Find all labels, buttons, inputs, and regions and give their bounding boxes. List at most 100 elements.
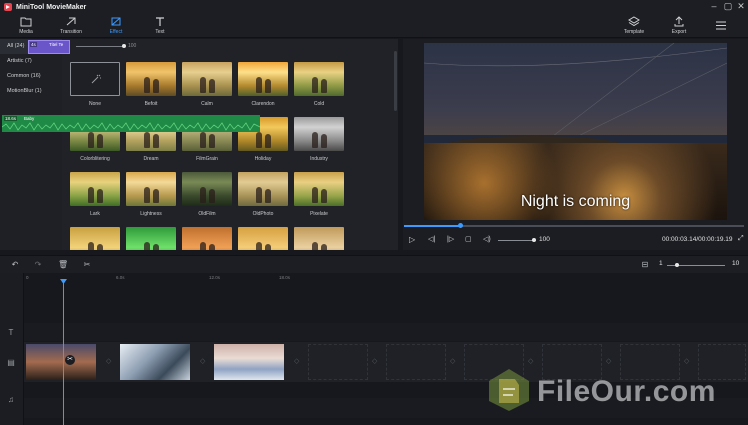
effect-thumbnail [238, 227, 288, 250]
empty-media-slot[interactable] [308, 344, 368, 380]
tab-text[interactable]: Text [140, 16, 180, 35]
effect-item[interactable] [70, 227, 120, 250]
video-clip[interactable] [26, 344, 96, 380]
export-button[interactable]: Export [659, 16, 699, 35]
effect-item[interactable]: Lightness [126, 172, 176, 217]
undo-icon[interactable]: ↶ [10, 260, 20, 270]
effect-thumbnail [126, 227, 176, 250]
menu-icon[interactable] [716, 21, 726, 30]
effect-item[interactable] [238, 227, 288, 250]
effect-name: Colorblitering [80, 156, 110, 162]
app-logo-icon [4, 3, 12, 11]
transition-slot-icon[interactable]: ◇ [450, 357, 458, 365]
effect-item[interactable]: Calm [182, 62, 232, 107]
intensity-knob[interactable] [122, 44, 126, 48]
figure-shape [256, 187, 262, 203]
ruler-label: 12.0s [209, 275, 221, 280]
play-icon[interactable]: ▷ [409, 235, 415, 244]
effects-scrollbar[interactable] [394, 51, 397, 111]
intensity-track[interactable] [76, 46, 124, 47]
transition-slot-icon[interactable]: ◇ [106, 357, 114, 365]
effect-thumbnail [70, 62, 120, 96]
delete-icon[interactable]: 🗑 [58, 260, 68, 270]
video-clip[interactable] [120, 344, 190, 380]
zoom-min-label: 1 [659, 260, 663, 267]
split-marker-icon[interactable]: ✂ [65, 355, 75, 365]
tab-effect[interactable]: Effect [96, 16, 136, 40]
template-button[interactable]: Template [614, 16, 654, 35]
timeline-ruler[interactable]: 0 6.0s 12.0s 18.0s [24, 273, 748, 285]
figure-shape [153, 134, 159, 148]
playhead[interactable] [63, 281, 64, 425]
figure-shape [97, 134, 103, 148]
playback-progress-bar[interactable] [404, 223, 744, 228]
close-icon[interactable]: ✕ [735, 1, 747, 12]
text-clip-name: Titel Te [49, 42, 64, 47]
tab-media-label: Media [19, 29, 33, 35]
effect-name: Befoit [144, 101, 158, 107]
effect-item[interactable]: Befoit [126, 62, 176, 107]
volume-icon[interactable]: ◁) [483, 235, 491, 243]
category-common[interactable]: Common (16) [0, 69, 62, 84]
transition-slot-icon[interactable]: ◇ [294, 357, 302, 365]
transition-slot-icon[interactable]: ◇ [372, 357, 380, 365]
figure-shape [97, 244, 103, 250]
stop-icon[interactable]: ▢ [465, 235, 472, 243]
empty-media-slot[interactable] [386, 344, 446, 380]
effect-item[interactable]: Cold [294, 62, 344, 107]
effect-item[interactable]: None [70, 62, 120, 107]
transition-slot-icon[interactable]: ◇ [200, 357, 208, 365]
audio-clip-duration: 18.6s [4, 116, 18, 121]
tab-transition[interactable]: Transition [51, 16, 91, 35]
transition-slot-icon[interactable]: ◇ [684, 357, 692, 365]
timecode: 00:00:03.14/00:00:19.19 [662, 236, 733, 243]
figure-shape [209, 79, 215, 93]
effect-item[interactable]: Pixelate [294, 172, 344, 217]
category-artistic[interactable]: Artistic (7) [0, 54, 62, 69]
ruler-label: 18.0s [279, 275, 291, 280]
volume-slider[interactable] [498, 240, 536, 241]
effect-item[interactable]: Clarendon [238, 62, 288, 107]
effects-panel: | 100 None Befoit Calm Clarendon Cold Colorbl… [62, 39, 398, 250]
audio-clip[interactable]: 18.6s Baby [2, 115, 260, 132]
effect-item[interactable] [182, 227, 232, 250]
volume-value: 100 [539, 236, 550, 243]
effect-item[interactable]: Industry [294, 117, 344, 162]
effect-item[interactable]: OldFilm [182, 172, 232, 217]
next-frame-icon[interactable]: |▷ [447, 235, 454, 243]
figure-shape [312, 77, 318, 93]
ruler-label: 0 [26, 275, 29, 280]
figure-shape [88, 242, 94, 250]
maximize-icon[interactable]: ▢ [722, 1, 734, 12]
effect-item[interactable] [126, 227, 176, 250]
template-label: Template [623, 29, 645, 35]
effect-name: Lightness [140, 211, 162, 217]
effect-item[interactable]: OldPhoto [238, 172, 288, 217]
minimize-icon[interactable]: – [708, 1, 720, 11]
fullscreen-icon[interactable]: ⤢ [738, 235, 744, 243]
transition-slot-icon[interactable]: ◇ [528, 357, 536, 365]
tab-media[interactable]: Media [6, 16, 46, 35]
effect-item[interactable]: Lark [70, 172, 120, 217]
redo-icon[interactable]: ↷ [33, 260, 43, 270]
watermark-text: FileOur.com [537, 375, 716, 408]
text-track[interactable] [24, 323, 748, 341]
video-clip[interactable] [214, 344, 284, 380]
effect-thumbnail [70, 227, 120, 250]
effect-intensity-slider[interactable]: | 100 [66, 42, 186, 50]
zoom-max-label: 10 [732, 260, 740, 267]
zoom-knob[interactable] [675, 263, 679, 267]
category-motionblur[interactable]: MotionBlur (1) [0, 84, 62, 99]
fit-timeline-icon[interactable]: ⊟ [640, 260, 650, 270]
split-icon[interactable]: ✂ [82, 260, 92, 270]
video-preview[interactable]: Night is coming [424, 43, 727, 220]
transition-slot-icon[interactable]: ◇ [606, 357, 614, 365]
figure-shape [200, 132, 206, 148]
player-controls: ▷ ◁| |▷ ▢ ◁) 100 00:00:03.14/00:00:19.19… [403, 235, 748, 247]
volume-knob[interactable] [532, 238, 536, 242]
figure-shape [256, 132, 262, 148]
progress-knob[interactable] [458, 223, 464, 228]
prev-frame-icon[interactable]: ◁| [428, 235, 435, 243]
effect-item[interactable] [294, 227, 344, 250]
text-clip[interactable]: 4s Titel Te [28, 40, 70, 54]
